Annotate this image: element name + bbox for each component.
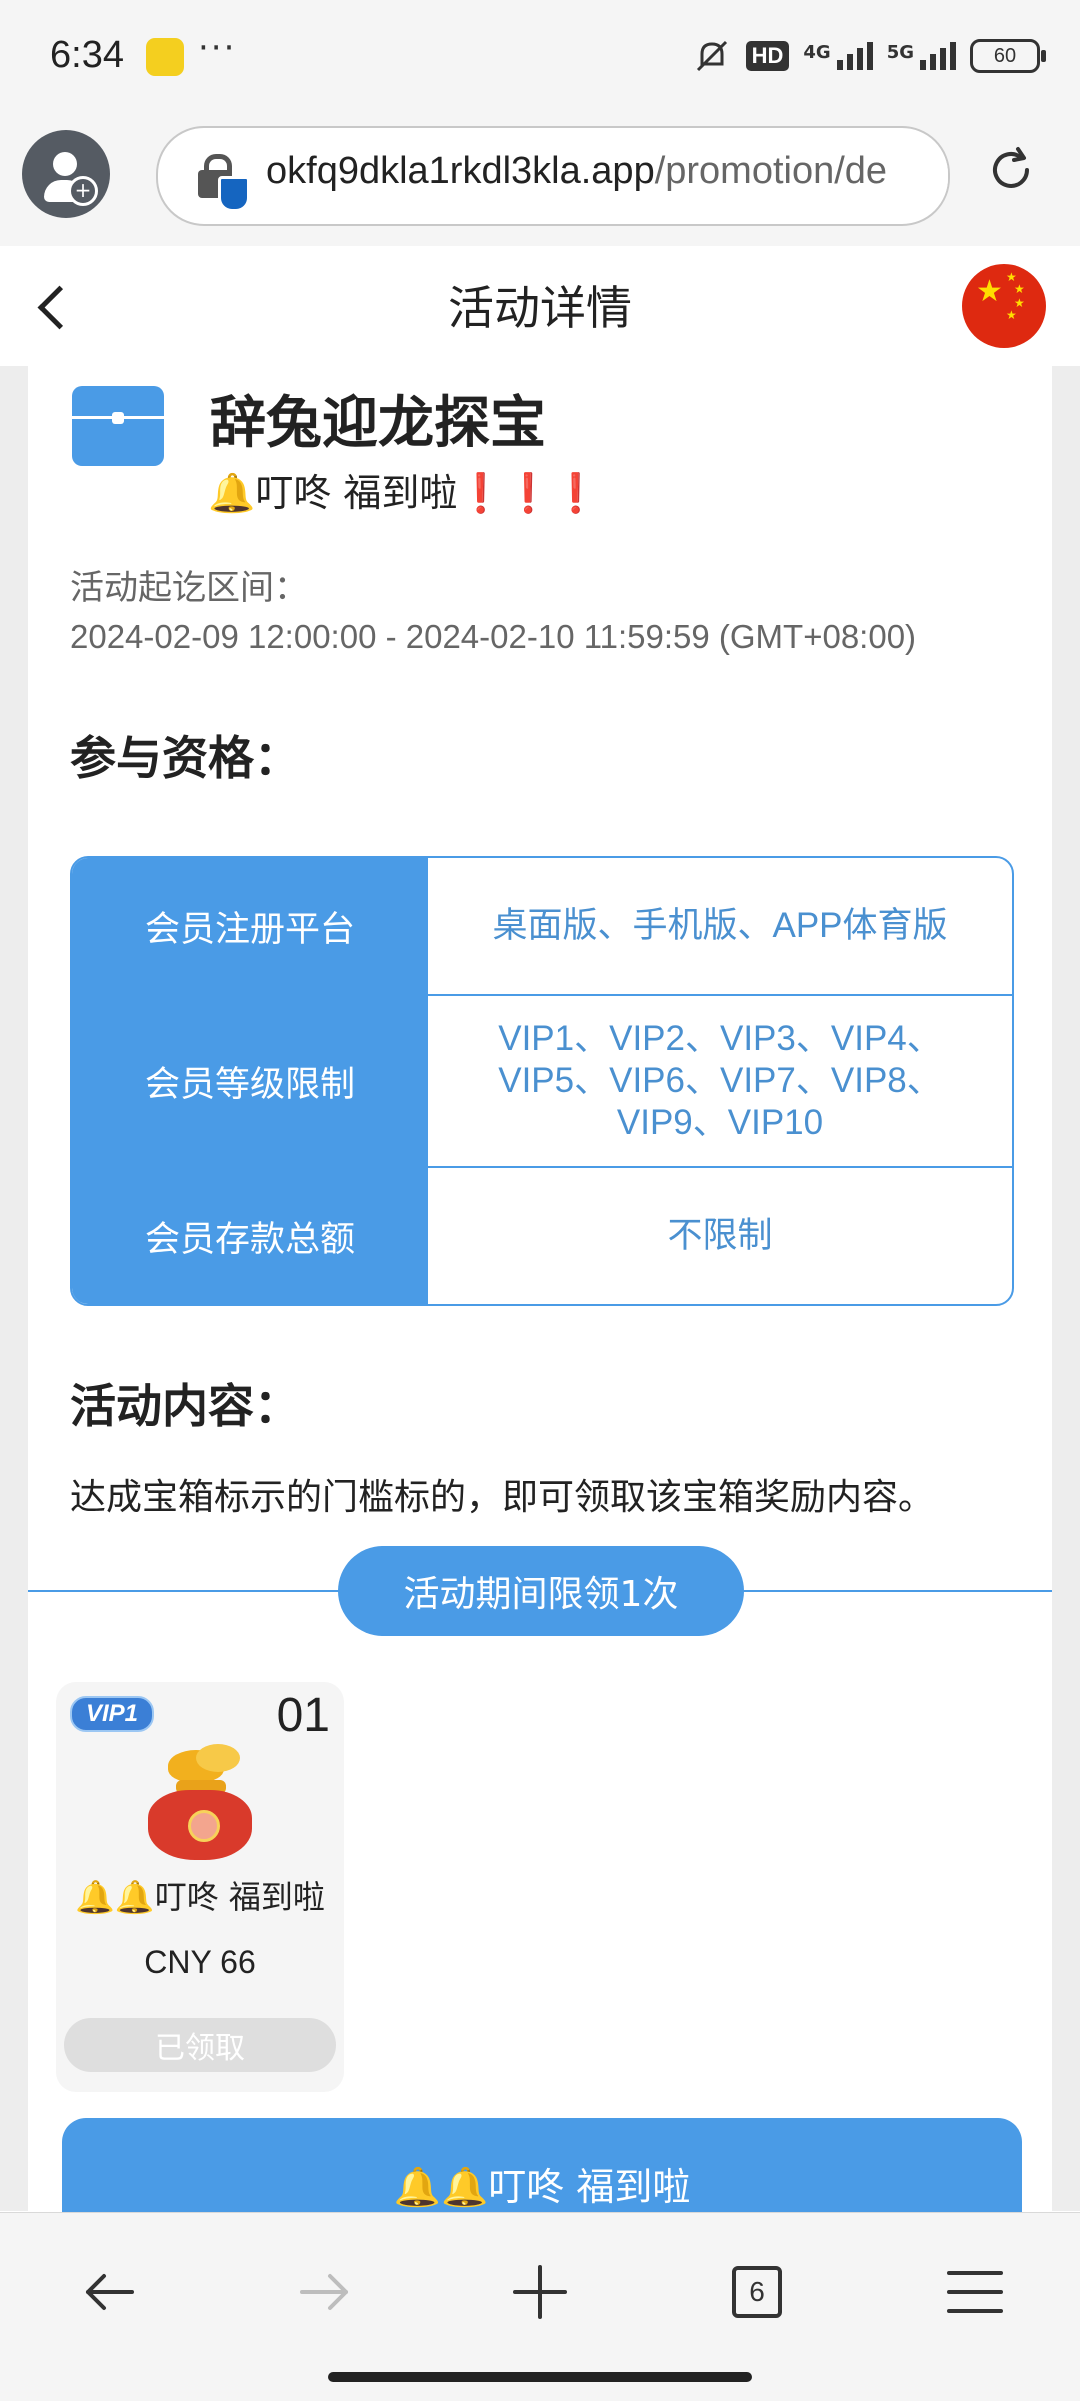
url-host: okfq9dkla1rkdl3kla.app	[266, 150, 655, 192]
url-text: okfq9dkla1rkdl3kla.app/promotion/de	[266, 150, 887, 193]
reward-amount: CNY 66	[144, 1944, 256, 1980]
back-arrow-icon[interactable]	[74, 2257, 144, 2327]
vip-levels-line: VIP5、VIP6、VIP7、VIP8、	[498, 1061, 942, 1100]
app-notification-icon	[146, 38, 184, 76]
browser-toolbar: + okfq9dkla1rkdl3kla.app/promotion/de	[0, 118, 1080, 247]
home-indicator[interactable]	[328, 2372, 752, 2382]
signal-5g-icon: 5G	[887, 42, 956, 70]
row-value: VIP1、VIP2、VIP3、VIP4、 VIP5、VIP6、VIP7、VIP8…	[428, 996, 1012, 1166]
row-label: 会员等级限制	[72, 996, 428, 1166]
new-tab-plus-icon[interactable]	[505, 2257, 575, 2327]
table-row: 会员存款总额 不限制	[72, 1168, 1012, 1304]
page-title: 活动详情	[448, 281, 632, 335]
claimed-button[interactable]: 已领取	[64, 2018, 336, 2072]
period-value: 2024-02-09 12:00:00 - 2024-02-10 11:59:5…	[70, 618, 917, 655]
promotion-subtitle: 🔔叮咚 福到啦❗❗❗	[208, 471, 600, 515]
content-description: 达成宝箱标示的门槛标的，即可领取该宝箱奖励内容。	[70, 1477, 935, 1518]
add-icon: +	[68, 176, 98, 206]
page-header: 活动详情 ★ ★ ★ ★ ★	[0, 246, 1080, 366]
row-value: 桌面版、手机版、APP体育版	[492, 906, 948, 945]
content-heading: 活动内容：	[70, 1379, 300, 1433]
reload-icon[interactable]	[985, 144, 1037, 196]
tab-switcher-button[interactable]: 6	[722, 2257, 792, 2327]
secure-lock-icon	[198, 154, 250, 212]
tab-count: 6	[732, 2266, 782, 2318]
battery-icon: 60	[970, 39, 1046, 73]
row-label: 会员注册平台	[72, 858, 428, 994]
user-icon	[53, 152, 77, 176]
reward-name: 🔔🔔叮咚 福到啦	[75, 1878, 325, 1916]
url-path: /promotion/de	[654, 150, 888, 192]
forward-arrow-icon[interactable]	[290, 2257, 360, 2327]
eligibility-table: 会员注册平台 桌面版、手机版、APP体育版 会员等级限制 VIP1、VIP2、V…	[70, 856, 1014, 1306]
row-value: 不限制	[667, 1216, 773, 1255]
address-bar[interactable]: okfq9dkla1rkdl3kla.app/promotion/de	[156, 126, 950, 226]
eligibility-heading: 参与资格：	[70, 731, 300, 785]
mute-icon	[696, 40, 727, 72]
vip-levels-line: VIP1、VIP2、VIP3、VIP4、	[498, 1019, 942, 1058]
table-row: 会员注册平台 桌面版、手机版、APP体育版	[72, 858, 1012, 996]
table-row: 会员等级限制 VIP1、VIP2、VIP3、VIP4、 VIP5、VIP6、VI…	[72, 996, 1012, 1168]
vip-badge: VIP1	[70, 1696, 154, 1732]
china-flag-icon[interactable]: ★ ★ ★ ★ ★	[962, 264, 1046, 348]
net-5g-label: 5G	[886, 42, 914, 63]
vip-levels-line: VIP9、VIP10	[616, 1103, 824, 1142]
net-4g-label: 4G	[803, 42, 831, 63]
row-label: 会员存款总额	[72, 1168, 428, 1304]
lucky-bag-icon	[138, 1744, 260, 1862]
claim-limit-badge: 活动期间限领1次	[338, 1546, 744, 1636]
promotion-title: 辞兔迎龙探宝	[210, 391, 546, 456]
hd-voice-badge: HD	[745, 41, 790, 71]
status-time: 6:34	[50, 34, 124, 76]
signal-4g-icon: 4G	[803, 42, 873, 70]
reward-card[interactable]: VIP1 01 🔔🔔叮咚 福到啦 CNY 66 已领取	[56, 1682, 344, 2092]
treasure-chest-icon	[72, 386, 164, 466]
profile-button[interactable]: +	[22, 130, 110, 218]
period-label: 活动起讫区间：	[70, 568, 308, 608]
menu-icon[interactable]	[940, 2257, 1010, 2327]
status-bar: 6:34 ··· HD 4G 5G 60	[0, 0, 1080, 118]
reward-number: 01	[276, 1689, 330, 1742]
more-notifications-icon: ···	[198, 28, 237, 68]
